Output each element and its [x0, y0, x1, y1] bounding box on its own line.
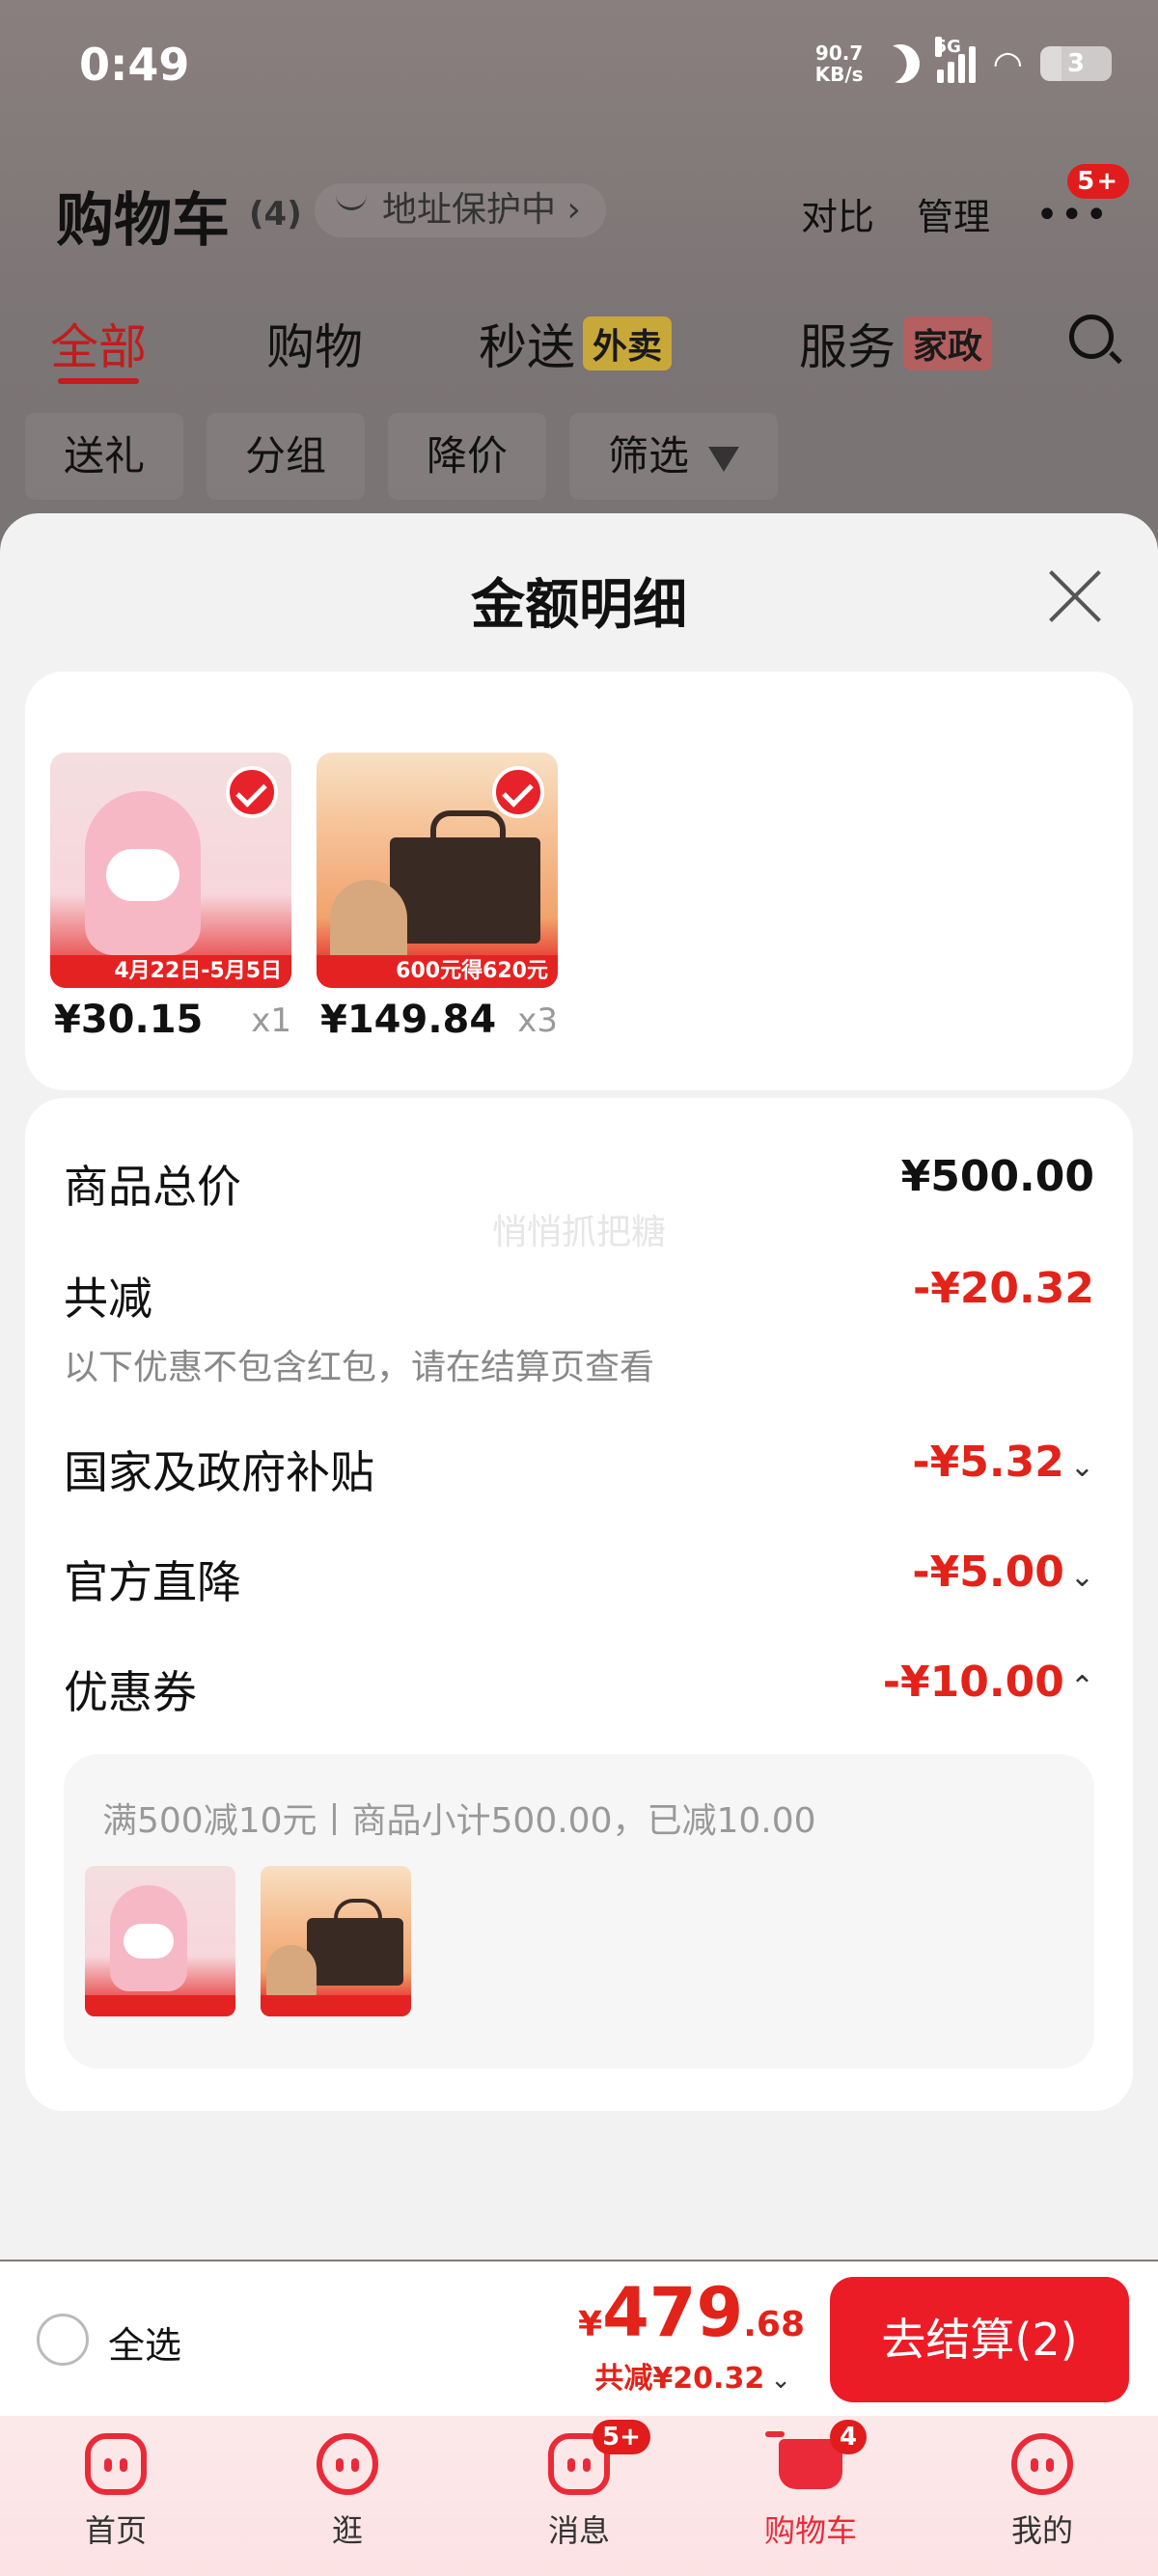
cart-count: (4) — [249, 195, 302, 233]
product-image-apron: 4月22日-5月5日 — [50, 753, 291, 988]
smile-icon — [336, 195, 367, 210]
coupon-value: -¥10.00 ⌃ — [882, 1658, 1094, 1707]
cart-page-background: 0:49 90.7 KB/s 5G ◠ 3 购物车 (4) 地址保护中 › 对比… — [0, 0, 1158, 540]
checked-icon[interactable] — [226, 766, 278, 818]
amount-detail-sheet: 金额明细 4月22日-5月5日 ¥30.15 x1 600元得620元 ¥149… — [0, 513, 1158, 2260]
chevron-down-icon: ⌄ — [1069, 1450, 1094, 1484]
tab-shopping[interactable]: 购物 — [266, 309, 363, 378]
nav-cart[interactable]: 4 购物车 — [733, 2420, 888, 2551]
discount-note: 以下优惠不包含红包，请在结算页查看 — [64, 1348, 655, 1387]
nav-home[interactable]: 首页 — [39, 2433, 193, 2551]
checkout-button[interactable]: 去结算(2) — [830, 2277, 1129, 2402]
manage-button[interactable]: 管理 — [917, 187, 990, 240]
close-icon[interactable] — [1046, 567, 1104, 625]
chevron-up-icon: ⌃ — [1069, 1670, 1094, 1704]
item-price: ¥149.84 — [320, 998, 497, 1042]
more-badge: 5+ — [1067, 164, 1129, 199]
status-icons: 90.7 KB/s 5G ◠ 3 — [814, 37, 1112, 86]
coupon-item-image — [85, 1866, 235, 2016]
cart-tabs: 全部 购物 秒送 外卖 服务 家政 — [50, 309, 1119, 386]
sheet-title: 金额明细 — [471, 574, 687, 637]
address-protection-button[interactable]: 地址保护中 › — [315, 183, 606, 237]
takeout-tag: 外卖 — [583, 316, 673, 370]
chevron-down-icon: ⌄ — [770, 2366, 791, 2395]
more-button[interactable]: ••• 5+ — [1035, 164, 1129, 237]
tab-service[interactable]: 服务 家政 — [799, 309, 993, 378]
checked-icon[interactable] — [492, 766, 544, 818]
signal-icon: 5G — [934, 37, 976, 83]
chip-gift[interactable]: 送礼 — [25, 413, 184, 500]
status-bar: 0:49 90.7 KB/s 5G ◠ 3 — [79, 37, 1112, 106]
net-speed: 90.7 KB/s — [814, 41, 864, 86]
nav-profile[interactable]: 我的 — [965, 2433, 1119, 2551]
compare-button[interactable]: 对比 — [801, 187, 874, 240]
browse-icon — [317, 2433, 378, 2495]
cart-badge: 4 — [830, 2420, 868, 2454]
chip-filter[interactable]: 筛选 — [569, 413, 779, 500]
cart-header: 购物车 (4) 地址保护中 › 对比 管理 ••• 5+ — [56, 164, 1129, 255]
checkout-bar: 全选 ¥479.68 共减¥20.32 ⌄ 去结算(2) — [0, 2261, 1158, 2416]
filter-chips: 送礼 分组 降价 筛选 — [25, 413, 779, 500]
tab-express[interactable]: 秒送 外卖 — [479, 309, 673, 378]
moon-icon — [873, 38, 926, 91]
funnel-icon — [708, 447, 740, 472]
housekeeping-tag: 家政 — [903, 316, 993, 370]
subsidy-value: -¥5.32 ⌄ — [912, 1438, 1094, 1487]
more-icon: ••• — [1035, 193, 1110, 237]
item-qty: x1 — [251, 1001, 291, 1040]
profile-icon — [1011, 2433, 1073, 2495]
selected-item[interactable]: 4月22日-5月5日 ¥30.15 x1 — [50, 753, 291, 1046]
clock: 0:49 — [79, 39, 190, 91]
coupon-detail-text: 满500减10元丨商品小计500.00，已减10.00 — [102, 1801, 816, 1841]
product-image-liquor: 600元得620元 — [317, 753, 558, 988]
messages-badge: 5+ — [593, 2420, 650, 2454]
saved-amount[interactable]: 共减¥20.32 ⌄ — [594, 2354, 791, 2397]
coupon-item-image — [261, 1866, 411, 2016]
item-qty: x3 — [517, 1001, 558, 1040]
search-icon[interactable] — [1069, 315, 1114, 359]
home-icon — [85, 2433, 147, 2495]
select-all-checkbox[interactable] — [37, 2314, 89, 2366]
selected-item[interactable]: 600元得620元 ¥149.84 x3 — [317, 753, 558, 1046]
chevron-down-icon: ⌄ — [1069, 1560, 1094, 1594]
battery-icon: 3 — [1040, 46, 1112, 81]
chip-price-drop[interactable]: 降价 — [388, 413, 547, 500]
page-title: 购物车 — [56, 187, 230, 255]
chip-group[interactable]: 分组 — [207, 413, 366, 500]
item-price: ¥30.15 — [54, 998, 204, 1042]
total-price: ¥479.68 — [578, 2273, 805, 2352]
nav-messages[interactable]: 5+ 消息 — [502, 2420, 656, 2551]
tab-all[interactable]: 全部 — [50, 309, 147, 384]
bottom-nav: 首页 逛 5+ 消息 4 购物车 我的 — [0, 2416, 1158, 2576]
total-value: ¥500.00 — [900, 1152, 1094, 1201]
nav-browse[interactable]: 逛 — [270, 2433, 425, 2551]
select-all-label[interactable]: 全选 — [108, 2316, 181, 2369]
reduce-value: -¥20.32 — [912, 1264, 1094, 1313]
selected-items-card: 4月22日-5月5日 ¥30.15 x1 600元得620元 ¥149.84 x… — [25, 671, 1133, 1090]
wifi-icon: ◠ — [992, 43, 1023, 84]
price-breakdown-card: 悄悄抓把糖 商品总价 ¥500.00 共减 -¥20.32 以下优惠不包含红包，… — [25, 1098, 1133, 2111]
direct-discount-value: -¥5.00 ⌄ — [912, 1548, 1094, 1597]
coupon-detail: 满500减10元丨商品小计500.00，已减10.00 — [64, 1754, 1094, 2069]
